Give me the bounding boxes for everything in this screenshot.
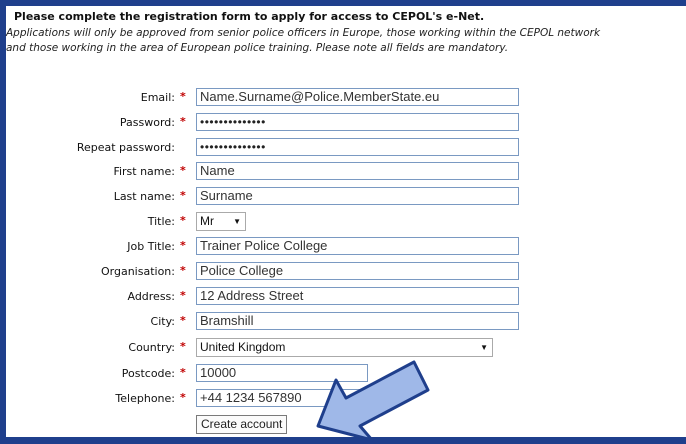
last-name-row: Last name: * Surname [0,187,686,207]
job-title-row: Job Title: * Trainer Police College [0,237,686,257]
job-title-field[interactable]: Trainer Police College [196,237,519,255]
title-row: Title: * Mr ▼ [0,212,686,232]
email-label: Email: [140,91,175,104]
required-marker: * [180,115,186,128]
last-name-field[interactable]: Surname [196,187,519,205]
organisation-field[interactable]: Police College [196,262,519,280]
chevron-down-icon: ▼ [480,343,488,352]
pointing-arrow-icon [316,360,430,442]
city-label: City: [150,315,175,328]
city-field[interactable]: Bramshill [196,312,519,330]
required-marker: * [180,391,186,404]
country-select-value: United Kingdom [200,340,286,354]
intro-text-line-2: and those working in the area of Europea… [6,42,509,54]
last-name-label: Last name: [113,190,175,203]
country-label: Country: [128,341,175,354]
organisation-row: Organisation: * Police College [0,262,686,282]
required-marker: * [180,239,186,252]
password-row: Password: * •••••••••••••• [0,113,686,133]
form-intro-text: Applications will only be approved from … [6,26,686,56]
password-field[interactable]: •••••••••••••• [196,113,519,131]
arrow-shape [316,360,430,442]
job-title-label: Job Title: [127,240,175,253]
required-marker: * [180,214,186,227]
password-label: Password: [119,116,175,129]
repeat-password-field[interactable]: •••••••••••••• [196,138,519,156]
required-marker: * [180,366,186,379]
postcode-label: Postcode: [121,367,175,380]
required-marker: * [180,289,186,302]
address-row: Address: * 12 Address Street [0,287,686,307]
repeat-password-label: Repeat password: [76,141,175,154]
title-select[interactable]: Mr ▼ [196,212,246,231]
required-marker: * [180,264,186,277]
address-label: Address: [127,290,175,303]
title-label: Title: [147,215,175,228]
required-marker: * [180,314,186,327]
intro-text-line-1: Applications will only be approved from … [6,27,601,39]
required-marker: * [180,340,186,353]
title-select-value: Mr [200,214,214,228]
city-row: City: * Bramshill [0,312,686,332]
chevron-down-icon: ▼ [233,217,241,226]
email-field[interactable]: Name.Surname@Police.MemberState.eu [196,88,519,106]
email-row: Email: * Name.Surname@Police.MemberState… [0,88,686,108]
required-marker: * [180,189,186,202]
organisation-label: Organisation: [101,265,175,278]
first-name-field[interactable]: Name [196,162,519,180]
repeat-password-row: Repeat password: •••••••••••••• [0,138,686,158]
create-account-button[interactable]: Create account [196,415,288,434]
first-name-row: First name: * Name [0,162,686,182]
required-marker: * [180,90,186,103]
first-name-label: First name: [113,165,175,178]
required-marker: * [180,164,186,177]
telephone-label: Telephone: [115,392,175,405]
form-intro-title: Please complete the registration form to… [14,10,485,23]
address-field[interactable]: 12 Address Street [196,287,519,305]
